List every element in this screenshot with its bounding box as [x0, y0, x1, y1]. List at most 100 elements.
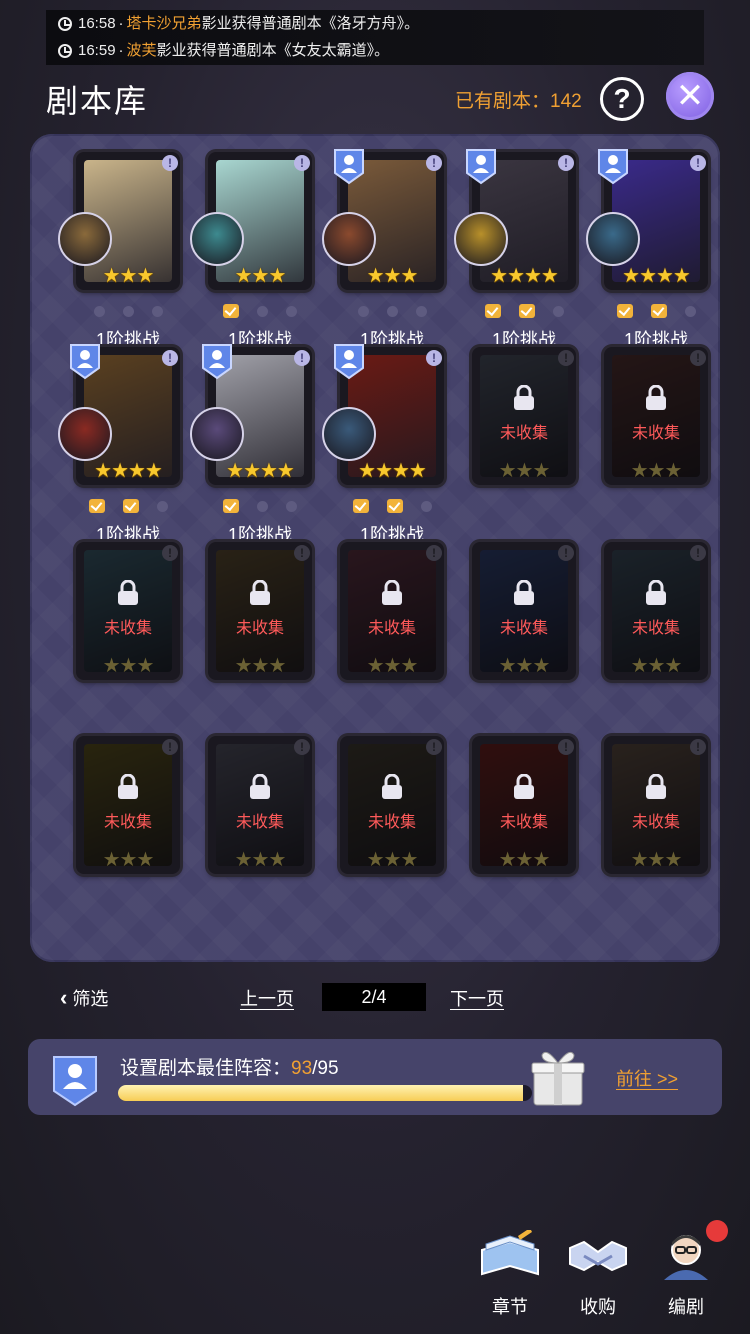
info-icon[interactable]: ! [690, 350, 706, 366]
info-icon[interactable]: ! [558, 350, 574, 366]
help-button[interactable]: ? [600, 77, 644, 121]
ticker-text: 影业获得普通剧本《洛牙方舟》。 [201, 15, 420, 32]
script-card-locked[interactable]: ! ★★★ 未收集 [472, 542, 576, 680]
ticker-player[interactable]: 塔卡沙兄弟 [127, 10, 202, 37]
star-rating: ★★★ [102, 265, 155, 287]
script-card[interactable]: ! ★★★★ [322, 344, 444, 485]
info-icon[interactable]: ! [690, 739, 706, 755]
chapter-label: 章节 [492, 1297, 528, 1317]
star-rating: ★★★ [630, 460, 683, 482]
script-card[interactable]: ! ★★★★ [58, 344, 180, 485]
handshake-icon [569, 1240, 627, 1272]
goto-button[interactable]: 前往 >> [616, 1065, 678, 1091]
info-icon[interactable]: ! [294, 739, 310, 755]
next-page-button[interactable]: 下一页 [450, 985, 504, 1009]
script-card-locked[interactable]: ! ★★★ 未收集 [604, 736, 708, 874]
info-icon[interactable]: ! [690, 545, 706, 561]
info-icon[interactable]: ! [558, 545, 574, 561]
check-icon [386, 499, 403, 513]
info-icon[interactable]: ! [426, 155, 442, 171]
script-card[interactable]: ! ★★★ [322, 149, 444, 290]
actor-avatar [586, 212, 640, 266]
star-rating: ★★★ [102, 849, 155, 871]
challenge-progress [208, 304, 312, 320]
info-icon[interactable]: ! [426, 350, 442, 366]
script-card-locked[interactable]: ! ★★★ 未收集 [76, 736, 180, 874]
actor-avatar [322, 212, 376, 266]
script-card[interactable]: ! ★★★ [190, 152, 312, 290]
script-card-locked[interactable]: ! ★★★ 未收集 [340, 736, 444, 874]
uncollected-label: 未收集 [235, 620, 284, 637]
close-button[interactable]: ✕ [666, 72, 714, 120]
check-icon [122, 499, 139, 513]
progress-dot [420, 501, 432, 512]
script-card-locked[interactable]: ! ★★★ 未收集 [208, 736, 312, 874]
script-card-locked[interactable]: ! ★★★ 未收集 [208, 542, 312, 680]
progress-dot [386, 306, 398, 317]
info-icon[interactable]: ! [426, 739, 442, 755]
actor-avatar [58, 212, 112, 266]
challenge-progress [76, 499, 180, 515]
info-icon[interactable]: ! [690, 155, 706, 171]
check-icon [223, 304, 239, 318]
uncollected-label: 未收集 [631, 620, 680, 637]
screenwriter-button[interactable]: 编剧 [646, 1230, 726, 1319]
info-icon[interactable]: ! [162, 545, 178, 561]
info-icon[interactable]: ! [426, 545, 442, 561]
info-icon[interactable]: ! [558, 155, 574, 171]
uncollected-label: 未收集 [367, 620, 416, 637]
script-card-locked[interactable]: ! ★★★ 未收集 [340, 542, 444, 680]
lock-icon [382, 580, 402, 605]
uncollected-label: 未收集 [499, 620, 548, 637]
challenge-progress [76, 304, 180, 320]
acquire-button[interactable]: 收购 [558, 1230, 638, 1319]
gift-box-icon[interactable] [528, 1045, 588, 1109]
script-card-locked[interactable]: ! ★★★ 未收集 [472, 736, 576, 874]
uncollected-label: 未收集 [235, 814, 284, 831]
owned-count: 已有剧本：142 [455, 86, 582, 113]
info-icon[interactable]: ! [558, 739, 574, 755]
filter-button[interactable]: ‹ 筛选 [60, 985, 108, 1011]
info-icon[interactable]: ! [162, 155, 178, 171]
info-icon[interactable]: ! [294, 545, 310, 561]
clock-icon [58, 43, 72, 58]
star-rating: ★★★ [366, 655, 419, 677]
best-lineup-bar: 设置剧本最佳阵容：93/95 前往 >> [28, 1039, 722, 1115]
star-rating: ★★★ [102, 655, 155, 677]
progress-dot [257, 501, 268, 512]
ticker-line: 16:58 · 塔卡沙兄弟 影业获得普通剧本《洛牙方舟》。 [46, 10, 704, 37]
lock-icon [382, 774, 402, 799]
notification-dot [706, 1220, 728, 1242]
progress-dot [286, 501, 297, 512]
check-icon [650, 304, 667, 318]
script-card-locked[interactable]: ! ★★★ 未收集 [604, 542, 708, 680]
script-card[interactable]: ! ★★★★ [586, 149, 708, 290]
star-rating: ★★★ [498, 655, 551, 677]
progress-dot [93, 306, 105, 317]
check-icon [616, 304, 633, 318]
lineup-label: 设置剧本最佳阵容：93/95 [120, 1053, 339, 1080]
script-card[interactable]: ! ★★★★ [190, 344, 312, 485]
progress-dot [552, 306, 564, 317]
info-icon[interactable]: ! [294, 350, 310, 366]
star-rating: ★★★★ [94, 460, 163, 482]
lineup-label-text: 设置剧本最佳阵容： [120, 1058, 292, 1079]
progress-dot [357, 306, 369, 317]
ticker-player[interactable]: 波芙 [127, 37, 157, 64]
script-card[interactable]: ! ★★★ [58, 152, 180, 290]
lineup-progress-fill [118, 1085, 524, 1101]
challenge-progress [472, 304, 576, 320]
uncollected-label: 未收集 [631, 814, 680, 831]
progress-dot [415, 306, 427, 317]
actor-avatar [322, 407, 376, 461]
info-icon[interactable]: ! [162, 739, 178, 755]
script-card-locked[interactable]: ! ★★★ 未收集 [604, 347, 708, 485]
chapter-button[interactable]: 章节 [470, 1228, 550, 1319]
info-icon[interactable]: ! [162, 350, 178, 366]
info-icon[interactable]: ! [294, 155, 310, 171]
script-card-locked[interactable]: ! ★★★ 未收集 [472, 347, 576, 485]
script-card-locked[interactable]: ! ★★★ 未收集 [76, 542, 180, 680]
script-card[interactable]: ! ★★★★ [454, 149, 576, 290]
prev-page-button[interactable]: 上一页 [240, 985, 294, 1009]
lock-icon [118, 580, 138, 605]
